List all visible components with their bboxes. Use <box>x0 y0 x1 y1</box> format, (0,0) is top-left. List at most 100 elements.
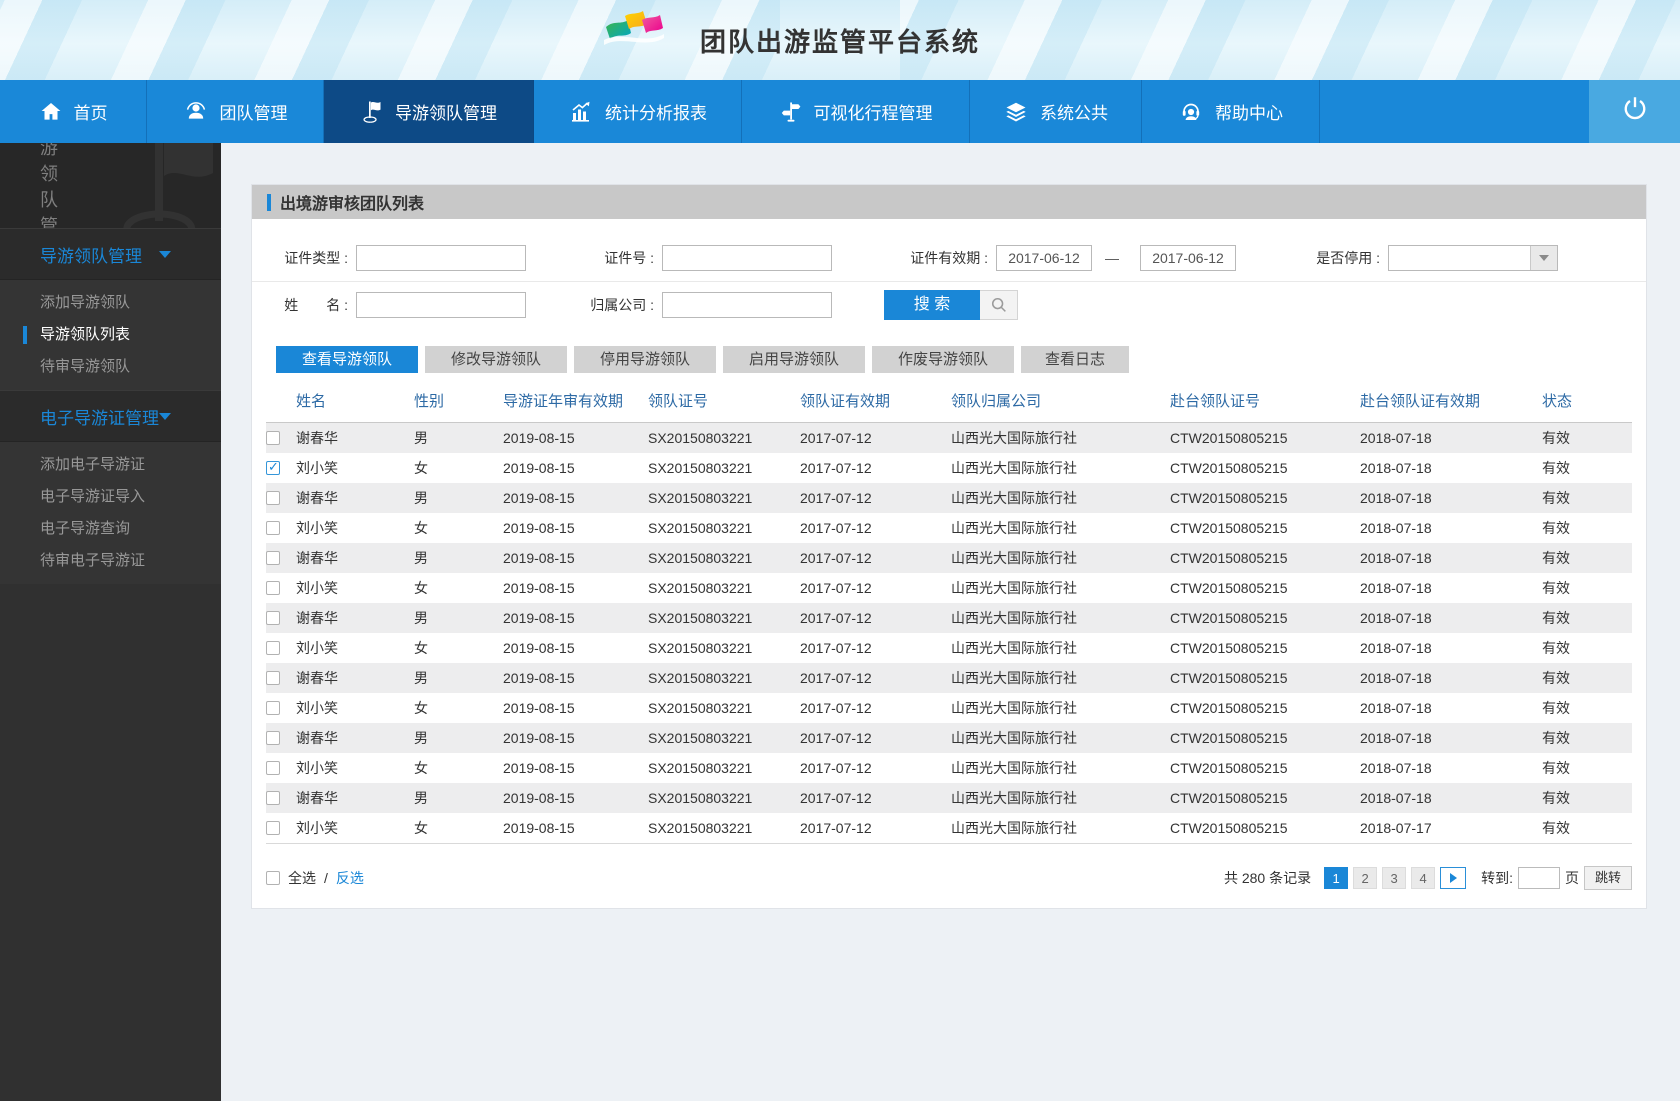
page-button-1[interactable]: 1 <box>1324 867 1349 889</box>
cell-gender: 男 <box>414 610 428 626</box>
cell-name: 刘小笑 <box>296 520 338 536</box>
cell-tw_no: CTW20150805215 <box>1170 460 1288 476</box>
nav-item-label: 统计分析报表 <box>605 104 707 123</box>
tab-6[interactable]: 查看日志 <box>1021 346 1129 373</box>
cell-annual: 2019-08-15 <box>503 670 575 686</box>
tab-3[interactable]: 停用导游领队 <box>574 346 716 373</box>
column-header: 状态 <box>1542 393 1573 410</box>
next-page-button[interactable] <box>1440 867 1467 889</box>
main-nav: 首页 团队管理 导游领队管理 统计分析报表 可视化行程管理 系统公共 帮助中心 <box>0 80 1680 143</box>
cell-tw_no: CTW20150805215 <box>1170 820 1288 836</box>
row-checkbox[interactable] <box>266 551 280 565</box>
cell-status: 有效 <box>1542 820 1570 836</box>
sidebar-item[interactable]: 添加电子导游证 <box>0 449 221 481</box>
name-input[interactable] <box>356 292 526 318</box>
cell-tw_valid: 2018-07-18 <box>1360 760 1432 776</box>
cell-annual: 2019-08-15 <box>503 640 575 656</box>
cell-cert_valid: 2017-07-12 <box>800 490 872 506</box>
disabled-select[interactable] <box>1388 245 1558 271</box>
row-checkbox[interactable] <box>266 431 280 445</box>
nav-item-5[interactable]: 可视化行程管理 <box>742 80 970 143</box>
row-checkbox[interactable] <box>266 731 280 745</box>
sidebar-item[interactable]: 添加导游领队 <box>0 287 221 319</box>
page-button-3[interactable]: 3 <box>1382 867 1407 889</box>
cell-cert_no: SX20150803221 <box>648 610 753 626</box>
row-checkbox[interactable] <box>266 671 280 685</box>
sidebar-item[interactable]: 待审导游领队 <box>0 351 221 383</box>
invert-selection-link[interactable]: 反选 <box>336 868 364 888</box>
search-button[interactable]: 搜 索 <box>884 290 1018 320</box>
cell-tw_valid: 2018-07-18 <box>1360 700 1432 716</box>
tab-1[interactable]: 查看导游领队 <box>276 346 418 373</box>
nav-item-3[interactable]: 导游领队管理 <box>324 80 534 143</box>
select-all-checkbox[interactable] <box>266 871 280 885</box>
sidebar-section-1[interactable]: 导游领队管理 <box>0 228 221 280</box>
cell-cert_no: SX20150803221 <box>648 730 753 746</box>
cell-gender: 女 <box>414 520 428 536</box>
cell-name: 刘小笑 <box>296 460 338 476</box>
cert-valid-label: 证件有效期 : <box>910 250 988 266</box>
cell-cert_no: SX20150803221 <box>648 700 753 716</box>
cell-cert_valid: 2017-07-12 <box>800 610 872 626</box>
cert-no-label: 证件号 : <box>604 250 654 266</box>
row-checkbox[interactable] <box>266 459 280 475</box>
cell-company: 山西光大国际旅行社 <box>951 550 1077 566</box>
top-banner: 团队出游监管平台系统 <box>0 0 1680 80</box>
cert-type-input[interactable] <box>356 245 526 271</box>
cell-tw_no: CTW20150805215 <box>1170 580 1288 596</box>
cert-no-input[interactable] <box>662 245 832 271</box>
tab-4[interactable]: 启用导游领队 <box>723 346 865 373</box>
nav-item-2[interactable]: 团队管理 <box>147 80 324 143</box>
cell-company: 山西光大国际旅行社 <box>951 610 1077 626</box>
page-unit-label: 页 <box>1565 870 1579 886</box>
company-input[interactable] <box>662 292 832 318</box>
sidebar-item[interactable]: 电子导游查询 <box>0 513 221 545</box>
row-checkbox[interactable] <box>266 521 280 535</box>
cell-name: 刘小笑 <box>296 580 338 596</box>
tab-2[interactable]: 修改导游领队 <box>425 346 567 373</box>
nav-item-4[interactable]: 统计分析报表 <box>534 80 742 143</box>
goto-page-input[interactable] <box>1518 867 1560 889</box>
sidebar-item[interactable]: 待审电子导游证 <box>0 545 221 577</box>
page-button-2[interactable]: 2 <box>1353 867 1378 889</box>
nav-item-7[interactable]: 帮助中心 <box>1142 80 1320 143</box>
flag-watermark-icon <box>79 143 221 228</box>
cell-cert_valid: 2017-07-12 <box>800 670 872 686</box>
guide-table: 姓名 性别 导游证年审有效期 领队证号 领队证有效期 领队归属公司 赴台领队证号 赴台领队证有… <box>266 379 1632 844</box>
nav-item-label: 导游领队管理 <box>395 104 497 123</box>
jump-button[interactable]: 跳转 <box>1584 866 1632 890</box>
nav-item-6[interactable]: 系统公共 <box>970 80 1142 143</box>
cell-tw_no: CTW20150805215 <box>1170 550 1288 566</box>
row-checkbox[interactable] <box>266 701 280 715</box>
cell-name: 刘小笑 <box>296 820 338 836</box>
row-checkbox[interactable] <box>266 821 280 835</box>
cell-tw_no: CTW20150805215 <box>1170 670 1288 686</box>
page-button-4[interactable]: 4 <box>1411 867 1436 889</box>
cell-tw_valid: 2018-07-18 <box>1360 490 1432 506</box>
cell-tw_no: CTW20150805215 <box>1170 520 1288 536</box>
row-checkbox[interactable] <box>266 791 280 805</box>
row-checkbox[interactable] <box>266 611 280 625</box>
sidebar-item[interactable]: 电子导游证导入 <box>0 481 221 513</box>
nav-item-1[interactable]: 首页 <box>0 80 147 143</box>
row-checkbox[interactable] <box>266 641 280 655</box>
cell-tw_valid: 2018-07-18 <box>1360 550 1432 566</box>
logout-button[interactable] <box>1589 80 1680 143</box>
sidebar-section-2[interactable]: 电子导游证管理 <box>0 390 221 442</box>
cell-status: 有效 <box>1542 640 1570 656</box>
row-checkbox[interactable] <box>266 581 280 595</box>
search-icon <box>980 290 1018 320</box>
row-checkbox[interactable] <box>266 761 280 775</box>
cell-tw_valid: 2018-07-18 <box>1360 430 1432 446</box>
disabled-label: 是否停用 : <box>1316 250 1380 266</box>
valid-to-input[interactable] <box>1140 245 1236 271</box>
flag-icon <box>360 99 384 125</box>
valid-from-input[interactable] <box>996 245 1092 271</box>
row-checkbox[interactable] <box>266 491 280 505</box>
cell-company: 山西光大国际旅行社 <box>951 820 1077 836</box>
table-row: 谢春华 男 2019-08-15 SX20150803221 2017-07-12 山西光… <box>266 723 1632 753</box>
tab-5[interactable]: 作废导游领队 <box>872 346 1014 373</box>
column-header: 领队证有效期 <box>800 393 891 410</box>
sidebar-item[interactable]: 导游领队列表 <box>0 319 221 351</box>
records-total: 共 280 条记录 <box>1223 870 1312 886</box>
